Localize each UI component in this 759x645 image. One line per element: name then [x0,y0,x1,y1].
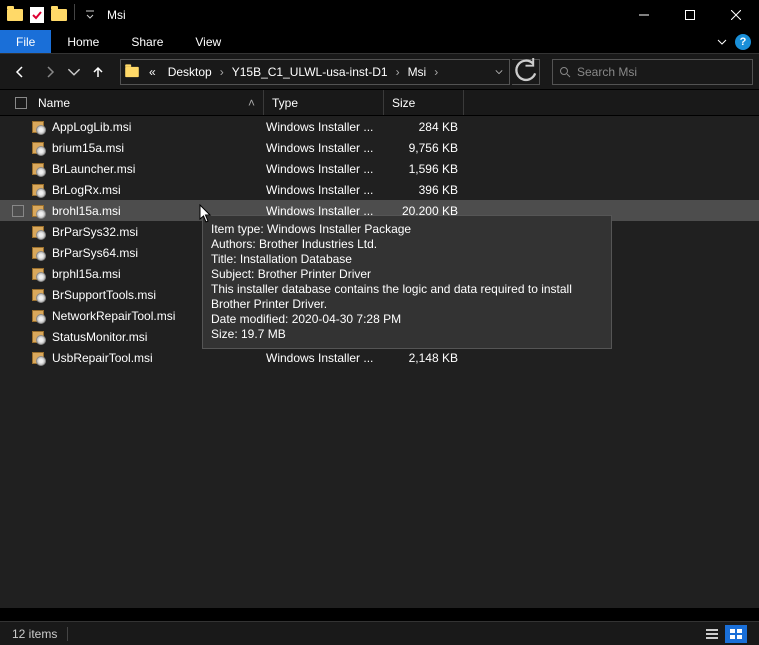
file-name: BrLogRx.msi [52,183,121,197]
tooltip: Item type: Windows Installer Package Aut… [202,215,612,349]
titlebar: Msi [0,0,759,30]
tab-file[interactable]: File [0,30,51,53]
recent-locations-icon[interactable] [66,58,82,86]
qat-dropdown-icon[interactable] [79,4,101,26]
msi-file-icon [30,203,46,219]
file-type: Windows Installer ... [266,162,386,176]
ribbon-collapse-icon[interactable] [717,37,727,47]
file-name: brium15a.msi [52,141,124,155]
breadcrumb[interactable]: Msi [402,60,433,84]
file-type: Windows Installer ... [266,183,386,197]
file-name: AppLogLib.msi [52,120,131,134]
file-size: 1,596 KB [386,162,458,176]
search-icon [559,66,571,78]
file-name: BrLauncher.msi [52,162,135,176]
file-name: BrSupportTools.msi [52,288,156,302]
file-name: UsbRepairTool.msi [52,351,153,365]
msi-file-icon [30,245,46,261]
breadcrumb-overflow[interactable]: « [143,60,162,84]
view-large-icons-button[interactable] [725,625,747,643]
msi-file-icon [30,350,46,366]
row-checkbox[interactable] [12,205,30,217]
up-button[interactable] [84,58,112,86]
view-details-button[interactable] [701,625,723,643]
column-headers: Name ˄ Type Size [0,90,759,116]
file-name: BrParSys64.msi [52,246,138,260]
breadcrumb[interactable]: Y15B_C1_ULWL-usa-inst-D1 [226,60,394,84]
msi-file-icon [30,308,46,324]
window-title: Msi [107,8,126,22]
search-input[interactable]: Search Msi [552,59,753,85]
back-button[interactable] [6,58,34,86]
msi-file-icon [30,161,46,177]
ribbon: File Home Share View ? [0,30,759,54]
navbar: « Desktop › Y15B_C1_ULWL-usa-inst-D1 › M… [0,54,759,90]
forward-button[interactable] [36,58,64,86]
file-name: StatusMonitor.msi [52,330,147,344]
file-size: 284 KB [386,120,458,134]
tab-share[interactable]: Share [115,30,179,53]
column-name[interactable]: Name ˄ [30,90,264,115]
table-row[interactable]: BrLauncher.msi Windows Installer ...1,596… [0,158,759,179]
new-folder-icon[interactable] [48,4,70,26]
minimize-button[interactable] [621,0,667,30]
table-row[interactable]: BrLogRx.msi Windows Installer ...396 KB [0,179,759,200]
mouse-cursor [199,204,215,224]
address-dropdown-icon[interactable] [489,68,509,76]
msi-file-icon [30,266,46,282]
address-bar[interactable]: « Desktop › Y15B_C1_ULWL-usa-inst-D1 › M… [120,59,510,85]
statusbar: 12 items [0,621,759,645]
select-all-checkbox[interactable] [12,97,30,109]
table-row[interactable]: brium15a.msi Windows Installer ...9,756 K… [0,137,759,158]
folder-icon [4,4,26,26]
folder-icon [121,66,143,78]
chevron-right-icon[interactable]: › [432,65,440,79]
file-list: AppLogLib.msiWindows Installer ...284 KB… [0,116,759,608]
file-size: 396 KB [386,183,458,197]
chevron-right-icon[interactable]: › [394,65,402,79]
file-name: BrParSys32.msi [52,225,138,239]
search-placeholder: Search Msi [577,65,637,79]
sort-asc-icon: ˄ [248,96,255,110]
table-row[interactable]: AppLogLib.msi Windows Installer ...284 KB [0,116,759,137]
msi-file-icon [30,329,46,345]
file-type: Windows Installer ... [266,120,386,134]
file-size: 2,148 KB [386,351,458,365]
help-button[interactable]: ? [735,34,751,50]
breadcrumb[interactable]: Desktop [162,60,218,84]
file-type: Windows Installer ... [266,141,386,155]
file-size: 9,756 KB [386,141,458,155]
close-button[interactable] [713,0,759,30]
column-type[interactable]: Type [264,90,384,115]
refresh-button[interactable] [512,59,540,85]
file-name: brohl15a.msi [52,204,121,218]
msi-file-icon [30,140,46,156]
msi-file-icon [30,224,46,240]
msi-file-icon [30,287,46,303]
table-row[interactable]: UsbRepairTool.msi Windows Installer ...2,… [0,347,759,368]
msi-file-icon [30,182,46,198]
chevron-right-icon[interactable]: › [218,65,226,79]
properties-icon[interactable] [26,4,48,26]
item-count: 12 items [12,627,57,641]
tab-home[interactable]: Home [51,30,115,53]
tab-view[interactable]: View [179,30,237,53]
msi-file-icon [30,119,46,135]
maximize-button[interactable] [667,0,713,30]
file-name: brphl15a.msi [52,267,121,281]
file-name: NetworkRepairTool.msi [52,309,175,323]
column-size[interactable]: Size [384,90,464,115]
file-type: Windows Installer ... [266,351,386,365]
